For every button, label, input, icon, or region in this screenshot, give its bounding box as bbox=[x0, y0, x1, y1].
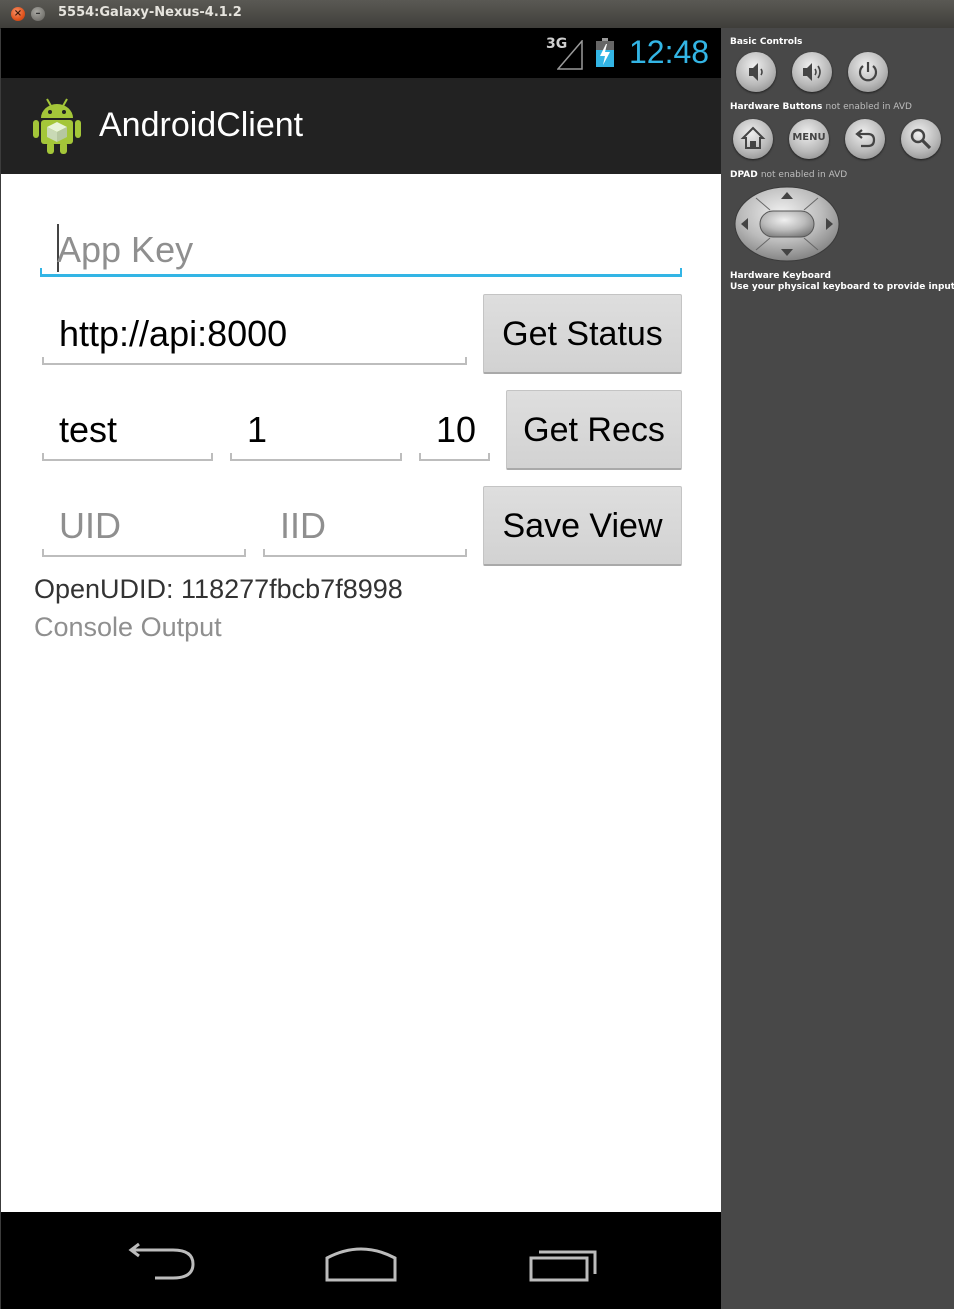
app-key-placeholder: App Key bbox=[57, 229, 194, 270]
app-key-input[interactable]: App Key bbox=[40, 224, 682, 277]
main-content: App Key http://api:8000 Get Status test … bbox=[1, 174, 721, 1212]
app-title: AndroidClient bbox=[99, 106, 304, 144]
dpad-control[interactable] bbox=[734, 186, 840, 262]
back-hardware-button[interactable] bbox=[845, 119, 885, 159]
menu-hardware-button[interactable]: MENU bbox=[789, 119, 829, 159]
window-titlebar: × – 5554:Galaxy-Nexus-4.1.2 bbox=[0, 0, 954, 29]
battery-charging-icon bbox=[596, 38, 614, 67]
clock: 12:48 bbox=[629, 34, 710, 70]
rec-start-value: 1 bbox=[247, 409, 268, 450]
power-button[interactable] bbox=[848, 52, 888, 92]
volume-down-button[interactable] bbox=[736, 52, 776, 92]
hardware-buttons-label: Hardware Buttons not enabled in AVD bbox=[730, 102, 912, 112]
power-icon bbox=[858, 62, 878, 82]
menu-label: MENU bbox=[792, 132, 826, 143]
basic-controls-label: Basic Controls bbox=[730, 37, 803, 47]
input-underline bbox=[42, 549, 246, 557]
window-title: 5554:Galaxy-Nexus-4.1.2 bbox=[58, 5, 242, 20]
back-icon[interactable] bbox=[125, 1238, 205, 1286]
server-url-input[interactable]: http://api:8000 bbox=[42, 312, 467, 365]
volume-down-icon bbox=[749, 63, 763, 81]
input-underline bbox=[263, 549, 467, 557]
uid-input[interactable]: UID bbox=[42, 504, 246, 557]
rec-count-value: 10 bbox=[436, 409, 477, 450]
hardware-keyboard-label: Hardware Keyboard bbox=[730, 271, 831, 281]
input-underline bbox=[230, 453, 402, 461]
hardware-keyboard-note: Use your physical keyboard to provide in… bbox=[730, 282, 954, 292]
window-minimize-button[interactable]: – bbox=[31, 7, 45, 21]
input-underline bbox=[419, 453, 490, 461]
volume-up-icon bbox=[803, 63, 821, 81]
navigation-bar bbox=[1, 1212, 721, 1309]
input-underline bbox=[42, 453, 213, 461]
recent-apps-icon[interactable] bbox=[525, 1238, 605, 1286]
status-bar: 3G 12:48 bbox=[1, 28, 721, 78]
signal-icon bbox=[557, 40, 583, 70]
emulator-screen: 3G 12:48 AndroidClient App Key http://ap… bbox=[1, 28, 721, 1309]
input-underline bbox=[42, 357, 467, 365]
get-status-button[interactable]: Get Status bbox=[483, 294, 682, 374]
uid-placeholder: UID bbox=[59, 505, 121, 546]
server-url-value: http://api:8000 bbox=[59, 313, 288, 354]
android-robot-icon bbox=[33, 98, 81, 154]
input-underline bbox=[40, 268, 682, 277]
window-close-button[interactable]: × bbox=[11, 7, 25, 21]
rec-count-input[interactable]: 10 bbox=[419, 408, 490, 461]
rec-start-input[interactable]: 1 bbox=[230, 408, 402, 461]
home-hardware-button[interactable] bbox=[733, 119, 773, 159]
home-icon[interactable] bbox=[321, 1238, 401, 1286]
rec-user-value: test bbox=[59, 409, 118, 450]
console-output: Console Output bbox=[34, 612, 222, 642]
back-icon bbox=[855, 129, 876, 148]
volume-up-button[interactable] bbox=[792, 52, 832, 92]
dpad-label: DPAD not enabled in AVD bbox=[730, 170, 848, 180]
iid-input[interactable]: IID bbox=[263, 504, 467, 557]
emulator-controls-panel: Basic Controls Hardware Buttons not enab… bbox=[721, 28, 954, 1309]
rec-user-input[interactable]: test bbox=[42, 408, 213, 461]
home-icon bbox=[740, 126, 766, 149]
action-bar: AndroidClient bbox=[1, 78, 721, 176]
minimize-icon: – bbox=[35, 8, 41, 19]
save-view-button[interactable]: Save View bbox=[483, 486, 682, 566]
search-hardware-button[interactable] bbox=[901, 119, 941, 159]
close-icon: × bbox=[13, 8, 23, 19]
openudid-label: OpenUDID: 118277fbcb7f8998 bbox=[34, 574, 403, 604]
get-recs-button[interactable]: Get Recs bbox=[506, 390, 682, 470]
search-icon bbox=[910, 128, 932, 150]
iid-placeholder: IID bbox=[280, 505, 327, 546]
